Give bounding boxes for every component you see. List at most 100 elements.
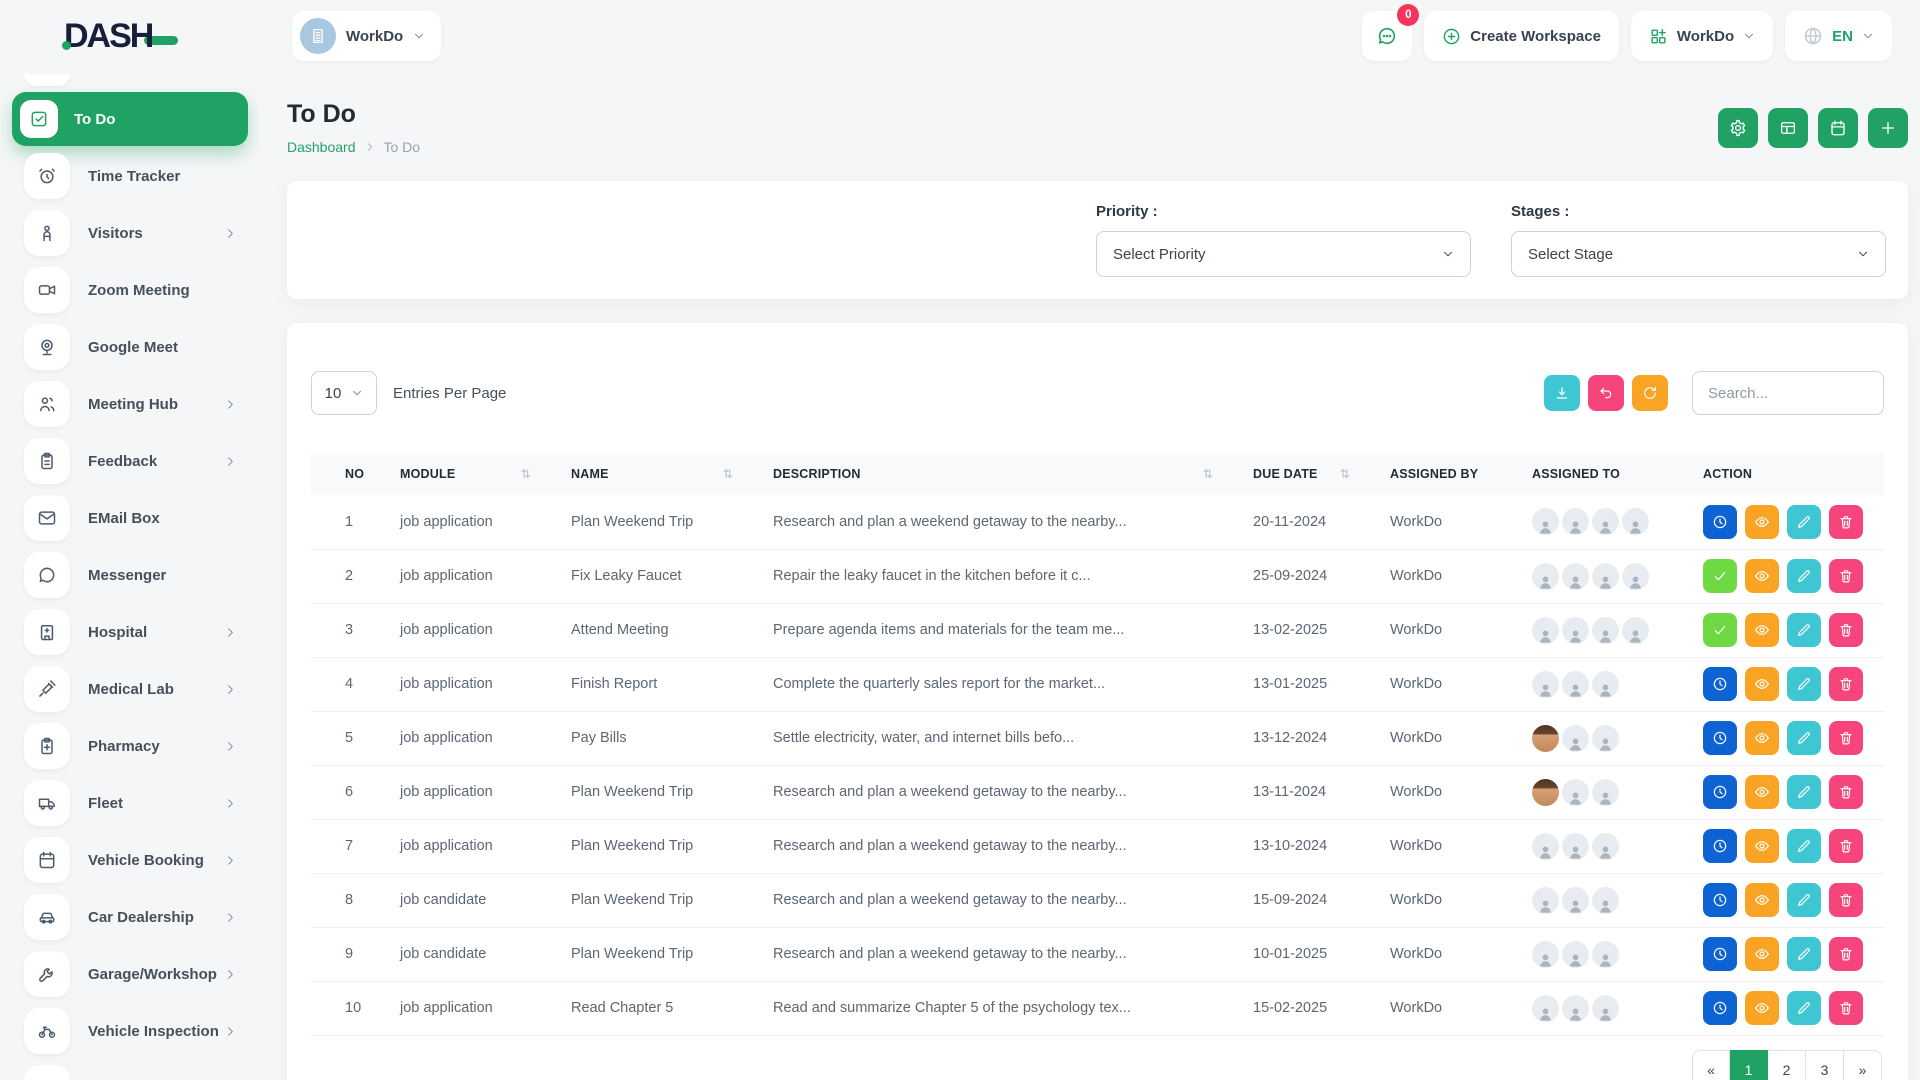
sidebar-item-meeting-hub[interactable]: Meeting Hub (12, 381, 248, 427)
view-button[interactable] (1745, 883, 1779, 917)
task-timer-button[interactable] (1703, 829, 1737, 863)
delete-button[interactable] (1829, 775, 1863, 809)
entries-per-page-select[interactable]: 10 (311, 371, 377, 415)
create-workspace-button[interactable]: Create Workspace (1424, 11, 1619, 61)
view-button[interactable] (1745, 937, 1779, 971)
sidebar-item-email-box[interactable]: EMail Box (12, 495, 248, 541)
delete-button[interactable] (1829, 613, 1863, 647)
edit-button[interactable] (1787, 829, 1821, 863)
task-timer-button[interactable] (1703, 991, 1737, 1025)
sidebar-item-messenger[interactable]: Messenger (12, 552, 248, 598)
assignee-avatar-photo (1532, 779, 1559, 806)
export-button[interactable] (1544, 375, 1580, 411)
view-button[interactable] (1745, 667, 1779, 701)
sidebar-item-vehicle-booking[interactable]: Vehicle Booking (12, 837, 248, 883)
view-button[interactable] (1745, 775, 1779, 809)
sort-icon[interactable]: ⇅ (1203, 467, 1213, 481)
edit-button[interactable] (1787, 559, 1821, 593)
sidebar-item-machine-repair[interactable]: Machine Repair (12, 1065, 248, 1080)
undo-button[interactable] (1588, 375, 1624, 411)
pagination-next[interactable]: » (1844, 1050, 1882, 1080)
edit-button[interactable] (1787, 505, 1821, 539)
delete-button[interactable] (1829, 991, 1863, 1025)
sidebar-item-google-meet[interactable]: Google Meet (12, 324, 248, 370)
sidebar-item-visitors[interactable]: Visitors (12, 210, 248, 256)
column-header-due-date[interactable]: DUE DATE⇅ (1219, 453, 1356, 495)
search-input[interactable] (1692, 371, 1884, 415)
sidebar-item-zoom-meeting[interactable]: Zoom Meeting (12, 267, 248, 313)
eye-icon (1754, 838, 1770, 854)
task-timer-button[interactable] (1703, 883, 1737, 917)
task-timer-button[interactable] (1703, 667, 1737, 701)
column-header-description[interactable]: DESCRIPTION⇅ (739, 453, 1219, 495)
sidebar-item-time-tracker[interactable]: Time Tracker (12, 153, 248, 199)
edit-button[interactable] (1787, 613, 1821, 647)
edit-button[interactable] (1787, 883, 1821, 917)
sidebar-item-fleet[interactable]: Fleet (12, 780, 248, 826)
view-button[interactable] (1745, 613, 1779, 647)
task-complete-button[interactable] (1703, 559, 1737, 593)
task-timer-button[interactable] (1703, 937, 1737, 971)
cell-action (1669, 657, 1884, 711)
edit-button[interactable] (1787, 937, 1821, 971)
sidebar-item-to-do[interactable]: To Do (12, 92, 248, 146)
edit-button[interactable] (1787, 667, 1821, 701)
priority-select[interactable]: Select Priority (1096, 231, 1471, 277)
sidebar-item-garage-workshop[interactable]: Garage/Workshop (12, 951, 248, 997)
settings-button[interactable] (1718, 108, 1758, 148)
edit-button[interactable] (1787, 775, 1821, 809)
view-button[interactable] (1745, 505, 1779, 539)
refresh-button[interactable] (1632, 375, 1668, 411)
sidebar-item-feedback[interactable]: Feedback (12, 438, 248, 484)
view-button[interactable] (1745, 991, 1779, 1025)
pagination-prev[interactable]: « (1692, 1050, 1730, 1080)
pagination-page-2[interactable]: 2 (1768, 1050, 1806, 1080)
app-logo: DASH (64, 17, 244, 56)
task-timer-button[interactable] (1703, 721, 1737, 755)
sidebar-item-hospital[interactable]: Hospital (12, 609, 248, 655)
delete-button[interactable] (1829, 559, 1863, 593)
priority-label: Priority : (1096, 203, 1471, 220)
sidebar-item-car-dealership[interactable]: Car Dealership (12, 894, 248, 940)
column-header-module[interactable]: MODULE⇅ (366, 453, 537, 495)
sort-icon[interactable]: ⇅ (723, 467, 733, 481)
pagination-page-1[interactable]: 1 (1730, 1050, 1768, 1080)
view-button[interactable] (1745, 559, 1779, 593)
delete-button[interactable] (1829, 829, 1863, 863)
delete-button[interactable] (1829, 505, 1863, 539)
task-complete-button[interactable] (1703, 613, 1737, 647)
plus-icon (1879, 119, 1897, 137)
delete-button[interactable] (1829, 883, 1863, 917)
sidebar-item-vehicle-inspection[interactable]: Vehicle Inspection (12, 1008, 248, 1054)
column-header-name[interactable]: NAME⇅ (537, 453, 739, 495)
sort-icon[interactable]: ⇅ (1340, 467, 1350, 481)
stage-select[interactable]: Select Stage (1511, 231, 1886, 277)
assignee-avatar (1532, 671, 1559, 698)
add-todo-button[interactable] (1868, 108, 1908, 148)
cell-assigned-by: WorkDo (1356, 819, 1498, 873)
task-timer-button[interactable] (1703, 505, 1737, 539)
messages-button[interactable]: 0 (1362, 11, 1412, 61)
entries-per-page-label: Entries Per Page (393, 385, 506, 402)
company-menu[interactable]: WorkDo (1631, 11, 1773, 61)
sort-icon[interactable]: ⇅ (521, 467, 531, 481)
view-button[interactable] (1745, 721, 1779, 755)
edit-button[interactable] (1787, 991, 1821, 1025)
view-button[interactable] (1745, 829, 1779, 863)
pagination-page-3[interactable]: 3 (1806, 1050, 1844, 1080)
stages-filter-group: Stages : Select Stage (1511, 203, 1886, 277)
language-menu[interactable]: EN (1785, 11, 1892, 61)
workspace-switcher[interactable]: WorkDo (292, 11, 441, 61)
task-timer-button[interactable] (1703, 775, 1737, 809)
trash-icon (1838, 1000, 1854, 1016)
edit-button[interactable] (1787, 721, 1821, 755)
sidebar-item-medical-lab[interactable]: Medical Lab (12, 666, 248, 712)
delete-button[interactable] (1829, 667, 1863, 701)
delete-button[interactable] (1829, 937, 1863, 971)
breadcrumb-dashboard-link[interactable]: Dashboard (287, 139, 356, 155)
table-view-button[interactable] (1768, 108, 1808, 148)
delete-button[interactable] (1829, 721, 1863, 755)
calendar-view-button[interactable] (1818, 108, 1858, 148)
sidebar-item-pharmacy[interactable]: Pharmacy (12, 723, 248, 769)
gear-icon (1729, 119, 1747, 137)
